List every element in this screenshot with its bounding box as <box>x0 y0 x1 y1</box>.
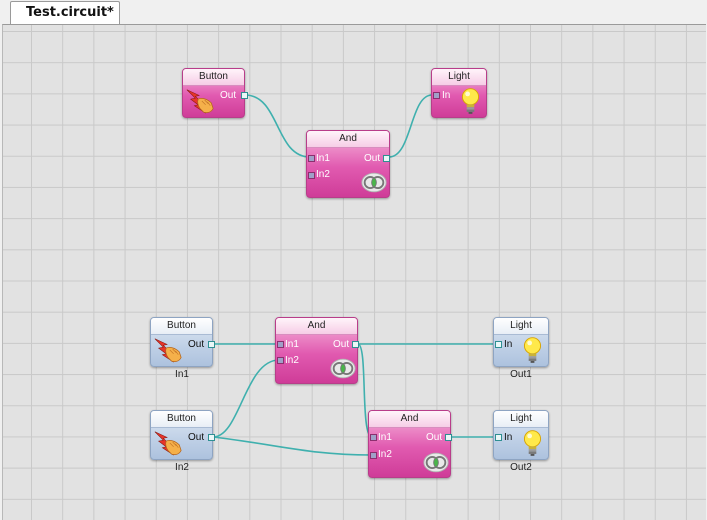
in2-port[interactable] <box>370 452 377 459</box>
node-title: Button <box>151 411 212 428</box>
wire-button-to-and <box>244 94 311 158</box>
in1-port[interactable] <box>370 434 377 441</box>
in2-port-label: In2 <box>285 355 299 366</box>
light-node-out2[interactable]: Light In <box>493 410 549 460</box>
node-caption-out1: Out1 <box>510 369 532 380</box>
in-port-label: In <box>504 432 513 443</box>
in-port[interactable] <box>433 92 440 99</box>
and-gate-icon <box>422 451 450 474</box>
wire-in2-to-and-b <box>212 359 280 438</box>
and-gate-icon <box>360 171 388 194</box>
node-title: Light <box>494 411 548 428</box>
in-port[interactable] <box>495 341 502 348</box>
in1-port[interactable] <box>308 155 315 162</box>
out-port[interactable] <box>383 155 390 162</box>
in1-port-label: In1 <box>378 432 392 443</box>
button-node[interactable]: Button Out <box>182 68 248 118</box>
and-node[interactable]: And In1 In2 Out <box>306 130 390 198</box>
node-title: Button <box>151 318 212 335</box>
wire-in2-to-and-c <box>212 436 372 456</box>
and-node-b[interactable]: And In1 In2 Out <box>275 317 359 384</box>
wire-and-to-light <box>388 94 433 158</box>
node-title: And <box>307 131 389 148</box>
node-caption-out2: Out2 <box>510 462 532 473</box>
node-caption-in1: In1 <box>175 369 189 380</box>
and-node-c[interactable]: And In1 In2 Out <box>368 410 452 478</box>
node-title: Light <box>494 318 548 335</box>
in2-port[interactable] <box>308 172 315 179</box>
button-node-in1[interactable]: Button Out <box>150 317 215 367</box>
node-title: And <box>276 318 357 335</box>
out-port-label: Out <box>188 339 205 350</box>
out-port-label: Out <box>364 153 381 164</box>
in-port[interactable] <box>495 434 502 441</box>
light-node-out1[interactable]: Light In <box>493 317 549 367</box>
in-port-label: In <box>442 90 451 101</box>
node-title: And <box>369 411 450 428</box>
node-title: Button <box>183 69 244 86</box>
out-port-label: Out <box>188 432 205 443</box>
and-gate-icon <box>329 357 357 380</box>
light-node[interactable]: Light In <box>431 68 487 118</box>
in2-port[interactable] <box>277 357 284 364</box>
wires-layer <box>212 94 495 456</box>
in1-port-label: In1 <box>316 153 330 164</box>
light-bulb-icon <box>523 430 542 457</box>
out-port[interactable] <box>445 434 452 441</box>
out-port-label: Out <box>220 90 237 101</box>
light-bulb-icon <box>523 337 542 364</box>
node-title: Light <box>432 69 486 86</box>
out-port-label: Out <box>426 432 443 443</box>
out-port-label: Out <box>333 339 350 350</box>
out-port[interactable] <box>352 341 359 348</box>
light-bulb-icon <box>461 88 480 115</box>
in-port-label: In <box>504 339 513 350</box>
in2-port-label: In2 <box>378 449 392 460</box>
in1-port[interactable] <box>277 341 284 348</box>
button-node-in2[interactable]: Button Out <box>150 410 215 460</box>
out-port[interactable] <box>241 92 248 99</box>
out-port[interactable] <box>208 434 215 441</box>
in1-port-label: In1 <box>285 339 299 350</box>
lightning-hand-icon <box>185 87 215 115</box>
lightning-hand-icon <box>153 429 183 457</box>
in2-port-label: In2 <box>316 169 330 180</box>
node-caption-in2: In2 <box>175 462 189 473</box>
out-port[interactable] <box>208 341 215 348</box>
lightning-hand-icon <box>153 336 183 364</box>
